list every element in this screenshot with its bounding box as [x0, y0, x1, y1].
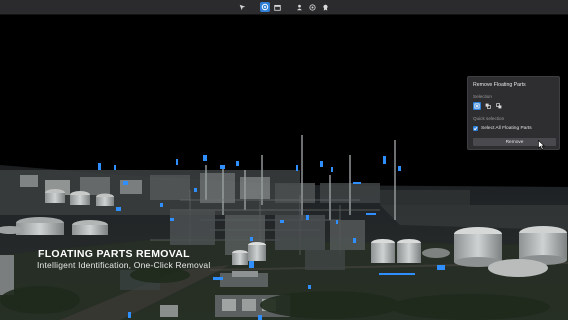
- top-toolbar: [0, 0, 568, 15]
- pointer-tool-button[interactable]: [238, 2, 248, 12]
- point-cloud-refinery-scene: [0, 135, 568, 320]
- badge-tool-button[interactable]: [321, 2, 331, 12]
- quick-selection-section-label: Quick selection: [473, 116, 505, 121]
- select-all-label: Select All Floating Parts: [481, 126, 532, 131]
- calendar-tool-button[interactable]: [273, 2, 283, 12]
- remove-floating-parts-panel: Remove Floating Parts Selection Quick se…: [467, 76, 560, 150]
- feature-title: FLOATING PARTS REMOVAL: [38, 248, 190, 260]
- pointer-icon: [239, 4, 246, 10]
- badge-icon: [323, 4, 328, 11]
- person-icon: [297, 4, 302, 10]
- panel-title: Remove Floating Parts: [473, 82, 526, 88]
- calendar-icon: [274, 4, 281, 11]
- subtract-selection-button[interactable]: [495, 102, 503, 110]
- select-all-checkbox[interactable]: [473, 126, 478, 131]
- checkmark-icon: [473, 126, 478, 131]
- globe-tool-button[interactable]: [308, 2, 318, 12]
- feature-subtitle: Intelligent Identification, One-Click Re…: [37, 260, 211, 270]
- select-all-row[interactable]: Select All Floating Parts: [473, 126, 532, 131]
- globe-icon: [309, 3, 316, 11]
- person-tool-button[interactable]: [295, 2, 305, 12]
- add-selection-button[interactable]: [484, 102, 492, 110]
- floating-parts-icon: [261, 3, 268, 11]
- subtract-selection-icon: [496, 103, 502, 109]
- select-icon: [474, 103, 480, 109]
- add-selection-icon: [485, 103, 491, 109]
- selection-section-label: Selection: [473, 94, 492, 99]
- select-tool-button[interactable]: [473, 102, 481, 110]
- 3d-viewport[interactable]: FLOATING PARTS REMOVAL Intelligent Ident…: [0, 15, 568, 320]
- mouse-cursor-icon: [538, 140, 545, 150]
- floating-parts-tool-button[interactable]: [259, 2, 270, 12]
